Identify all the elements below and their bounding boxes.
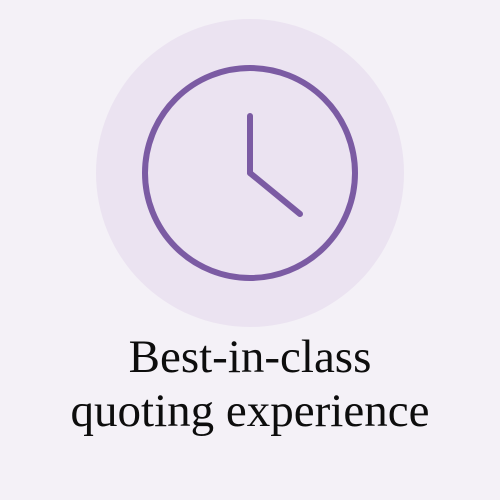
clock-minute-hand — [247, 170, 303, 217]
caption-line-1: Best-in-class — [128, 331, 372, 383]
feature-caption: Best-in-class quoting experience — [0, 330, 500, 438]
caption-line-2: quoting experience — [70, 385, 430, 437]
clock-icon — [137, 60, 363, 286]
